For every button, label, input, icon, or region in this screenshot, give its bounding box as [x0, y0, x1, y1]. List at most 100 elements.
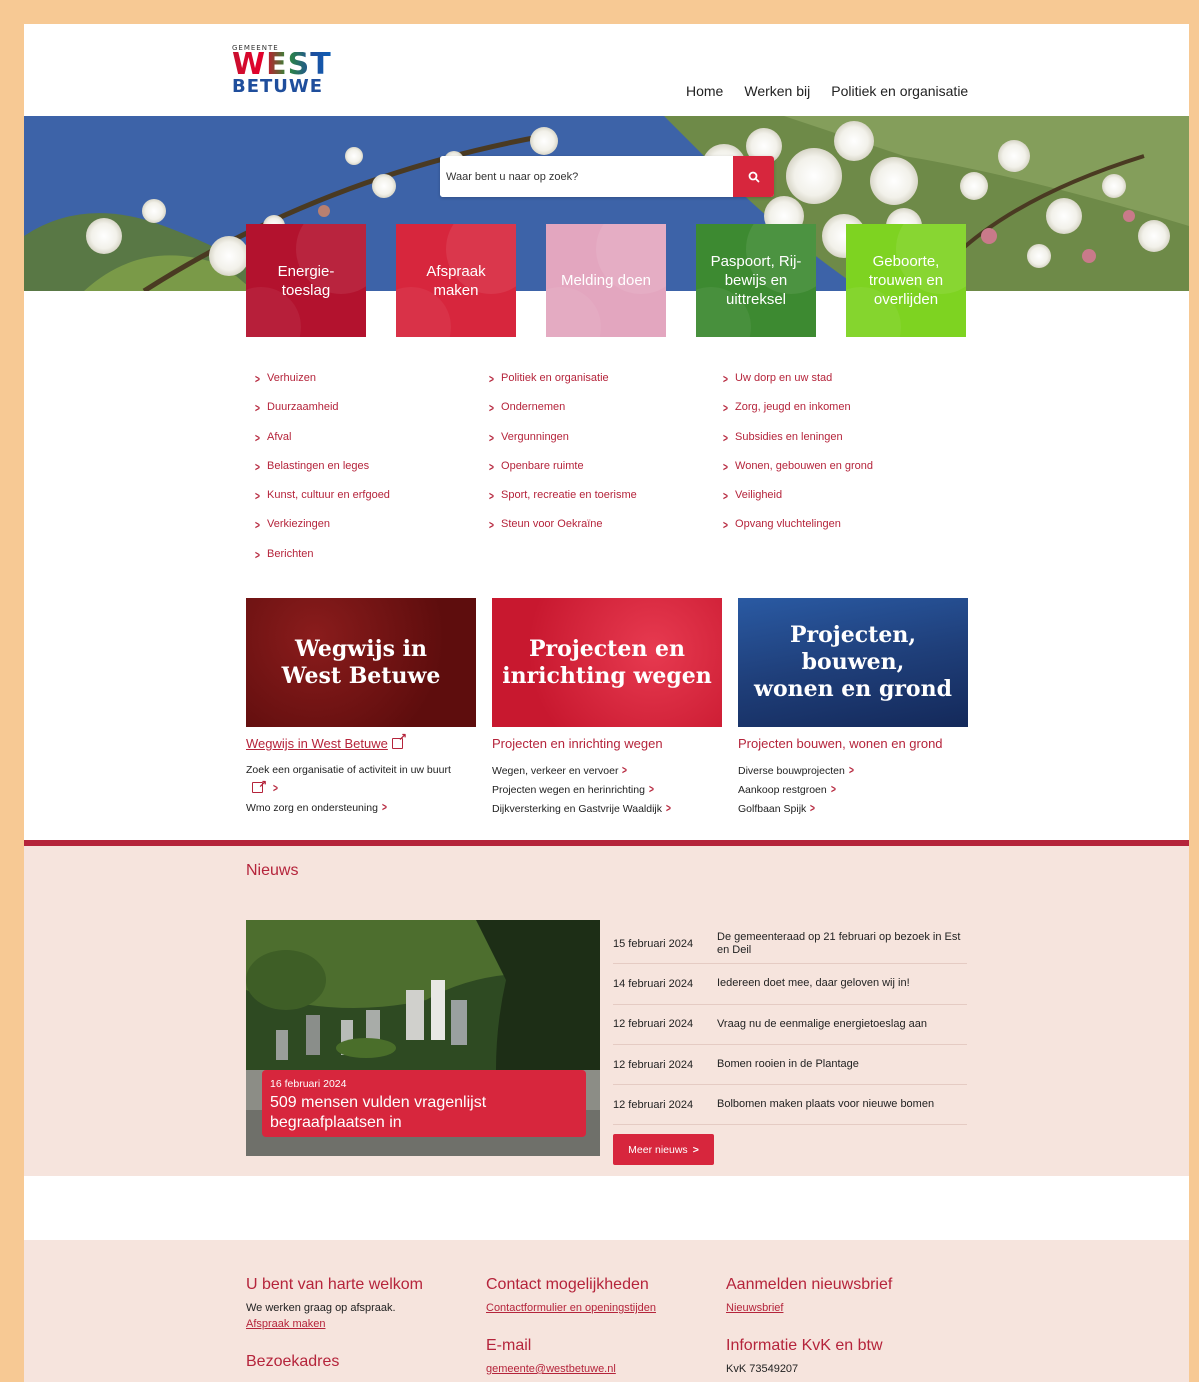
chevron-right-icon: > — [255, 547, 260, 562]
link-label: Vergunningen — [501, 430, 569, 443]
nav-politiek-organisatie[interactable]: Politiek en organisatie — [831, 83, 968, 99]
tile-label: Energie- toeslag — [277, 262, 335, 299]
news-title: De gemeenteraad op 21 februari op bezoek… — [717, 930, 961, 956]
nav-werken-bij[interactable]: Werken bij — [744, 83, 810, 99]
link-verkiezingen[interactable]: > Verkiezingen — [254, 518, 488, 547]
footer-link-email[interactable]: gemeente@westbetuwe.nl — [486, 1361, 716, 1377]
link-sport-recreatie[interactable]: > Sport, recreatie en toerisme — [488, 489, 722, 518]
link-label: Duurzaamheid — [267, 401, 339, 414]
link-label: Afval — [267, 430, 292, 443]
tile-paspoort-rijbewijs[interactable]: Paspoort, Rij- bewijs en uittreksel — [696, 224, 816, 337]
card-title-link[interactable]: Wegwijs in West Betuwe — [246, 732, 476, 751]
link-label: Verkiezingen — [267, 518, 331, 531]
link-zorg-jeugd[interactable]: > Zorg, jeugd en inkomen — [722, 401, 956, 430]
card-sublink[interactable]: Dijkversterking en Gastvrije Waaldijk > — [492, 799, 722, 818]
footer-link-afspraak[interactable]: Afspraak maken — [246, 1316, 476, 1332]
card-sublink-external[interactable]: > — [246, 776, 476, 798]
search-button[interactable] — [733, 156, 774, 197]
link-afval[interactable]: > Afval — [254, 431, 488, 460]
card-sublink[interactable]: Golfbaan Spijk > — [738, 799, 968, 818]
chevron-right-icon: > — [489, 518, 494, 533]
link-wonen-gebouwen[interactable]: > Wonen, gebouwen en grond — [722, 460, 956, 489]
tile-label: Paspoort, Rij- bewijs en uittreksel — [710, 253, 802, 308]
link-politiek[interactable]: > Politiek en organisatie — [488, 372, 722, 401]
card-sublink[interactable]: Diverse bouwprojecten > — [738, 761, 968, 780]
news-item[interactable]: 12 februari 2024 Bolbomen maken plaats vo… — [613, 1085, 967, 1126]
nav-home[interactable]: Home — [686, 83, 723, 99]
chevron-right-icon: > — [723, 430, 728, 445]
topic-links: > Verhuizen > Duurzaamheid > Afval > Belasti… — [254, 372, 956, 577]
news-date: 12 februari 2024 — [613, 1058, 694, 1071]
news-item[interactable]: 15 februari 2024 De gemeenteraad op 21 fe… — [613, 924, 967, 965]
logo-betuwe-text: BETUWE — [232, 76, 324, 97]
card-title-link[interactable]: Projecten bouwen, wonen en grond — [738, 736, 968, 751]
link-vergunningen[interactable]: > Vergunningen — [488, 431, 722, 460]
card-sublink[interactable]: Aankoop restgroen > — [738, 780, 968, 799]
chevron-right-icon: > — [255, 518, 260, 533]
tile-energietoeslag[interactable]: Energie- toeslag — [246, 224, 366, 337]
link-kunst-cultuur[interactable]: > Kunst, cultuur en erfgoed — [254, 489, 488, 518]
card-sublink[interactable]: Projecten wegen en herinrichting > — [492, 780, 722, 799]
link-subsidies[interactable]: > Subsidies en leningen — [722, 431, 956, 460]
link-steun-oekraine[interactable]: > Steun voor Oekraïne — [488, 518, 722, 547]
news-heading: Nieuws — [246, 862, 299, 879]
link-duurzaamheid[interactable]: > Duurzaamheid — [254, 401, 488, 430]
news-title: Iedereen doet mee, daar geloven wij in! — [717, 977, 910, 990]
card-projecten-wegen: Projecten en inrichting wegen Projecten … — [492, 598, 722, 818]
site-logo[interactable]: GEMEENTE WEST BETUWE — [232, 44, 332, 96]
search-input[interactable] — [440, 156, 733, 197]
chevron-right-icon: > — [622, 763, 628, 777]
card-image[interactable]: Projecten, bouwen, wonen en grond — [738, 598, 968, 727]
link-openbare-ruimte[interactable]: > Openbare ruimte — [488, 460, 722, 489]
chevron-right-icon: > — [723, 401, 728, 416]
tile-melding-doen[interactable]: Melding doen — [546, 224, 666, 337]
card-sublink[interactable]: Wegen, verkeer en vervoer > — [492, 761, 722, 780]
chevron-right-icon: > — [723, 489, 728, 504]
link-ondernemen[interactable]: > Ondernemen — [488, 401, 722, 430]
link-label: Kunst, cultuur en erfgoed — [267, 489, 390, 502]
footer-link-contactformulier[interactable]: Contactformulier en openingstijden — [486, 1300, 716, 1316]
link-column-3: > Uw dorp en uw stad > Zorg, jeugd en inko… — [722, 372, 956, 577]
news-date: 12 februari 2024 — [613, 1018, 694, 1031]
link-dorp-stad[interactable]: > Uw dorp en uw stad — [722, 372, 956, 401]
link-berichten[interactable]: > Berichten — [254, 548, 488, 577]
top-navigation: Home Werken bij Politiek en organisatie — [686, 83, 989, 99]
card-sublink[interactable]: Zoek een organisatie of activiteit in uw… — [246, 761, 476, 779]
card-sublink[interactable]: Wmo zorg en ondersteuning > — [246, 798, 476, 817]
news-section: Nieuws 16 februari 2024 509 mensen vulde… — [24, 840, 1189, 1176]
featured-news-card[interactable]: 16 februari 2024 509 mensen vulden vrage… — [262, 1070, 586, 1137]
footer-heading: Aanmelden nieuwsbrief — [726, 1276, 893, 1293]
footer-heading: Contact mogelijkheden — [486, 1276, 649, 1293]
link-belastingen[interactable]: > Belastingen en leges — [254, 460, 488, 489]
tile-geboorte-trouwen[interactable]: Geboorte, trouwen en overlijden — [846, 224, 966, 337]
link-verhuizen[interactable]: > Verhuizen — [254, 372, 488, 401]
card-image[interactable]: Wegwijs in West Betuwe — [246, 598, 476, 727]
more-news-label: Meer nieuws — [628, 1143, 688, 1156]
sublink-label: Wegen, verkeer en vervoer — [492, 765, 619, 777]
news-item[interactable]: 12 februari 2024 Bomen rooien in de Plant… — [613, 1045, 967, 1086]
site-footer: U bent van harte welkom We werken graag … — [24, 1240, 1189, 1382]
news-date: 15 februari 2024 — [613, 937, 694, 950]
link-veiligheid[interactable]: > Veiligheid — [722, 489, 956, 518]
news-list: 15 februari 2024 De gemeenteraad op 21 fe… — [613, 924, 967, 1126]
link-opvang-vluchtelingen[interactable]: > Opvang vluchtelingen — [722, 518, 956, 547]
external-link-icon — [252, 776, 267, 794]
sublink-label: Projecten wegen en herinrichting — [492, 784, 645, 796]
sublink-label: Wmo zorg en ondersteuning — [246, 802, 378, 814]
news-item[interactable]: 14 februari 2024 Iedereen doet mee, daar … — [613, 964, 967, 1005]
tile-label: Afspraak maken — [426, 262, 486, 299]
card-image[interactable]: Projecten en inrichting wegen — [492, 598, 722, 727]
tile-afspraak-maken[interactable]: Afspraak maken — [396, 224, 516, 337]
link-label: Politiek en organisatie — [501, 372, 609, 384]
card-title-link[interactable]: Projecten en inrichting wegen — [492, 736, 722, 751]
link-label: Wonen, gebouwen en grond — [735, 459, 874, 472]
featured-news-title: 509 mensen vulden vragenlijst begraafpla… — [270, 1094, 487, 1131]
footer-link-nieuwsbrief[interactable]: Nieuwsbrief — [726, 1300, 956, 1316]
more-news-button[interactable]: Meer nieuws > — [613, 1134, 714, 1165]
news-item[interactable]: 12 februari 2024 Vraag nu de eenmalige en… — [613, 1005, 967, 1045]
news-featured-image[interactable]: 16 februari 2024 509 mensen vulden vrage… — [246, 920, 600, 1156]
sublink-label: Diverse bouwprojecten — [738, 765, 845, 777]
chevron-right-icon: > — [723, 372, 728, 386]
page-frame: GEMEENTE WEST BETUWE Home Werken bij Pol… — [24, 24, 1189, 1382]
chevron-right-icon: > — [255, 430, 260, 445]
